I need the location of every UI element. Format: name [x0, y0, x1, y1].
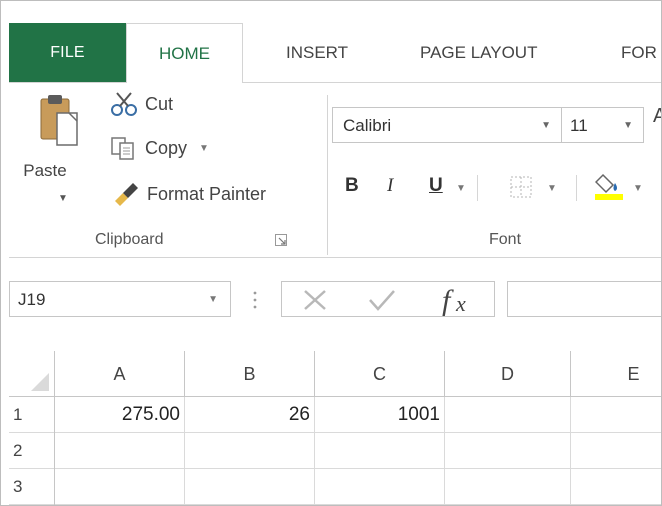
paste-label: Paste [23, 161, 67, 180]
clipboard-icon [40, 95, 78, 146]
name-box-value: J19 [18, 290, 46, 309]
tab-insert[interactable]: INSERT [286, 23, 348, 83]
formula-bar: J19 ▼ f x [1, 259, 661, 339]
underline-dropdown-icon[interactable]: ▼ [456, 183, 466, 194]
cut-label: Cut [145, 93, 174, 114]
cell-d1[interactable] [445, 397, 571, 433]
cancel-icon[interactable] [302, 288, 328, 312]
cell-d2[interactable] [445, 433, 571, 469]
cell-a2[interactable] [55, 433, 185, 469]
cell-b2[interactable] [185, 433, 315, 469]
fill-color-dropdown-icon[interactable]: ▼ [633, 183, 643, 194]
insert-function-icon[interactable]: f x [440, 284, 480, 316]
copy-dropdown-icon[interactable]: ▼ [199, 143, 209, 154]
paste-button[interactable]: Paste ▼ [15, 87, 85, 213]
tab-page-layout[interactable]: PAGE LAYOUT [420, 23, 537, 83]
separator [576, 175, 577, 201]
bold-button[interactable]: B [345, 171, 359, 201]
cell-e2[interactable] [571, 433, 661, 469]
increase-font-size-button[interactable]: A [653, 105, 661, 128]
clipboard-group-label: Clipboard [95, 231, 164, 248]
enter-check-icon[interactable] [368, 288, 396, 312]
select-all-triangle-icon [31, 373, 49, 391]
cell-c3[interactable] [315, 469, 445, 505]
font-group-label: Font [489, 231, 522, 248]
name-box[interactable]: J19 ▼ [9, 281, 231, 317]
group-separator [327, 95, 328, 255]
tab-home[interactable]: HOME [126, 23, 243, 83]
select-all-button[interactable] [9, 351, 55, 397]
formula-input[interactable] [507, 281, 661, 317]
cell-a3[interactable] [55, 469, 185, 505]
row-header[interactable]: 1 [9, 397, 55, 433]
column-header-b[interactable]: B [185, 351, 315, 397]
scissors-icon [111, 92, 137, 116]
row-header[interactable]: 3 [9, 469, 55, 505]
underline-button[interactable]: U [429, 171, 443, 201]
chevron-down-icon[interactable]: ▼ [623, 120, 633, 131]
cut-button[interactable]: Cut [109, 89, 173, 119]
fill-color-icon[interactable] [595, 169, 625, 201]
cell-c2[interactable] [315, 433, 445, 469]
cell-a1[interactable]: 275.00 [55, 397, 185, 433]
chevron-down-icon[interactable]: ▼ [541, 120, 551, 131]
table-row: 3 [9, 469, 661, 505]
font-size-combobox[interactable]: 11 ▼ [562, 107, 644, 143]
italic-button[interactable]: I [387, 171, 393, 201]
dialog-launcher-icon[interactable] [275, 234, 287, 246]
font-name-combobox[interactable]: Calibri ▼ [332, 107, 562, 143]
separator [477, 175, 478, 201]
excel-window: FILE HOME INSERT PAGE LAYOUT FOR Paste ▼ [0, 0, 662, 506]
font-size-value: 11 [570, 116, 588, 135]
svg-text:f: f [442, 284, 454, 316]
svg-text:x: x [455, 291, 466, 316]
formula-buttons: f x [281, 281, 495, 317]
cell-c1[interactable]: 1001 [315, 397, 445, 433]
format-painter-button[interactable]: Format Painter [109, 179, 266, 209]
ribbon-home: Paste ▼ Cut Copy ▼ Format Painter Clipbo… [9, 82, 661, 258]
tab-file[interactable]: FILE [9, 23, 126, 83]
column-header-a[interactable]: A [55, 351, 185, 397]
column-header-c[interactable]: C [315, 351, 445, 397]
column-headers: A B C D E [9, 351, 661, 397]
borders-icon[interactable] [509, 175, 533, 199]
chevron-down-icon[interactable]: ▼ [208, 294, 218, 305]
copy-label: Copy [145, 137, 188, 158]
column-header-e[interactable]: E [571, 351, 661, 397]
cell-d3[interactable] [445, 469, 571, 505]
cell-b1[interactable]: 26 [185, 397, 315, 433]
cell-b3[interactable] [185, 469, 315, 505]
format-painter-icon [115, 183, 138, 206]
borders-dropdown-icon[interactable]: ▼ [547, 183, 557, 194]
tab-formulas[interactable]: FOR [621, 23, 657, 83]
column-header-d[interactable]: D [445, 351, 571, 397]
row-header[interactable]: 2 [9, 433, 55, 469]
copy-icon [111, 137, 134, 160]
table-row: 1 275.00 26 1001 [9, 397, 661, 433]
worksheet-grid: A B C D E 1 275.00 26 1001 2 3 [1, 345, 661, 505]
font-name-value: Calibri [343, 116, 392, 135]
format-painter-label: Format Painter [147, 183, 267, 204]
paste-dropdown-icon[interactable]: ▼ [58, 193, 68, 204]
ribbon-tabs: FILE HOME INSERT PAGE LAYOUT FOR [1, 1, 661, 83]
table-row: 2 [9, 433, 661, 469]
cell-e1[interactable] [571, 397, 661, 433]
cell-e3[interactable] [571, 469, 661, 505]
copy-button[interactable]: Copy ▼ [109, 133, 209, 163]
resize-grip-icon[interactable] [253, 291, 257, 309]
